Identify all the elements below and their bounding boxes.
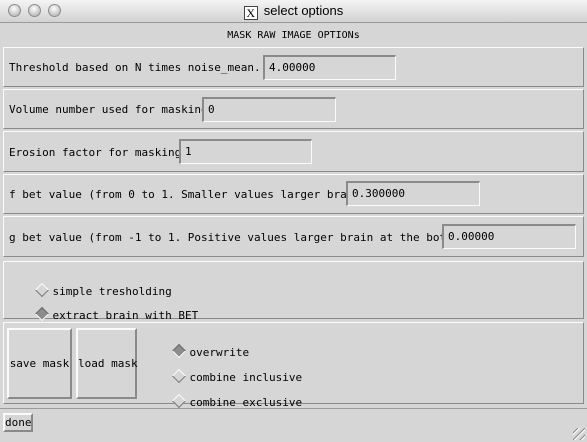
window-titlebar: Xselect options xyxy=(0,0,587,23)
volume-input[interactable]: 0 xyxy=(202,97,336,122)
threshold-label: Threshold based on N times noise_mean. N… xyxy=(9,61,281,74)
radio-selected-icon xyxy=(34,306,49,322)
f-bet-label: f bet value (from 0 to 1. Smaller values… xyxy=(9,188,374,201)
radio-indicator-icon xyxy=(171,393,186,409)
window-title-wrap: Xselect options xyxy=(0,3,587,20)
g-bet-input[interactable]: 0.00000 xyxy=(442,224,576,249)
radio-selected-icon xyxy=(171,343,186,359)
threshold-input[interactable]: 4.00000 xyxy=(263,55,396,80)
radio-indicator-icon xyxy=(171,368,186,384)
window-title: select options xyxy=(263,3,344,18)
g-bet-label: g bet value (from -1 to 1. Positive valu… xyxy=(9,231,480,244)
x11-icon: X xyxy=(243,6,258,20)
erosion-panel: Erosion factor for masking: 1 xyxy=(3,131,584,172)
f-bet-input[interactable]: 0.300000 xyxy=(346,181,480,206)
threshold-panel: Threshold based on N times noise_mean. N… xyxy=(3,47,584,87)
method-panel: simple tresholding extract brain with BE… xyxy=(3,261,584,322)
resize-grip-icon[interactable] xyxy=(573,428,585,440)
f-bet-panel: f bet value (from 0 to 1. Smaller values… xyxy=(3,174,584,214)
g-bet-panel: g bet value (from -1 to 1. Positive valu… xyxy=(3,216,584,257)
load-mask-button[interactable]: load mask xyxy=(76,328,138,399)
erosion-label: Erosion factor for masking: xyxy=(9,146,188,159)
volume-label: Volume number used for masking: xyxy=(9,103,215,116)
radio-indicator-icon xyxy=(34,282,49,298)
save-mask-button[interactable]: save mask xyxy=(7,328,72,399)
action-panel: save mask load mask overwrite combine in… xyxy=(3,322,584,409)
bottom-bar: done xyxy=(0,408,587,442)
extract-brain-bet-label: extract brain with BET xyxy=(52,309,199,322)
volume-panel: Volume number used for masking: 0 xyxy=(3,89,584,129)
dialog-heading: MASK RAW IMAGE OPTIONs xyxy=(227,30,360,41)
done-button[interactable]: done xyxy=(3,413,33,432)
erosion-input[interactable]: 1 xyxy=(179,139,312,164)
